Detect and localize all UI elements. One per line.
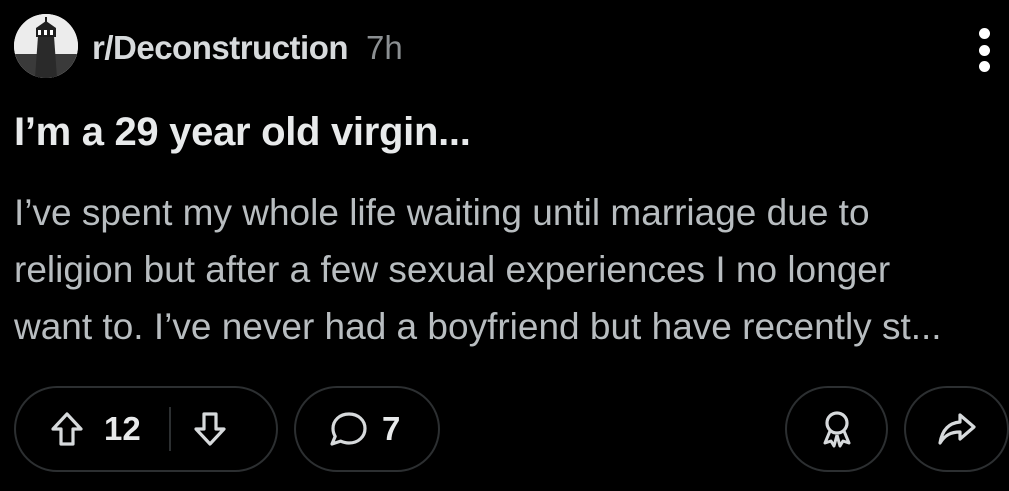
arrow-up-icon [51, 412, 83, 446]
post-card[interactable]: r/Deconstruction 7h I’m a 29 year old vi… [0, 0, 1009, 491]
vote-divider [168, 407, 171, 451]
vote-bar: 12 [14, 386, 278, 472]
post-body-line: I’ve spent my whole life waiting until m… [14, 192, 870, 233]
comment-count: 7 [382, 410, 401, 447]
vote-count: 12 [104, 410, 141, 447]
award-icon [823, 411, 850, 448]
share-button[interactable] [904, 386, 1009, 472]
share-icon [937, 413, 976, 445]
post-body[interactable]: I’ve spent my whole life waiting until m… [14, 184, 1004, 355]
lighthouse-icon [14, 14, 78, 78]
post-body-line: religion but after a few sexual experien… [14, 249, 891, 290]
post-time: 7h [366, 29, 403, 66]
downvote-button[interactable] [193, 411, 227, 447]
more-vertical-icon [978, 28, 990, 39]
more-options-button[interactable] [966, 22, 1002, 78]
arrow-down-icon [194, 412, 226, 446]
post-body-line: want to. I’ve never had a boyfriend but … [14, 306, 942, 347]
award-button[interactable] [785, 386, 888, 472]
subreddit-name[interactable]: r/Deconstruction [92, 28, 349, 68]
upvote-button[interactable] [50, 411, 84, 447]
comment-bubble-icon [330, 412, 367, 446]
comments-button[interactable]: 7 [294, 386, 440, 472]
post-title[interactable]: I’m a 29 year old virgin... [14, 108, 471, 156]
subreddit-avatar[interactable] [14, 14, 78, 78]
